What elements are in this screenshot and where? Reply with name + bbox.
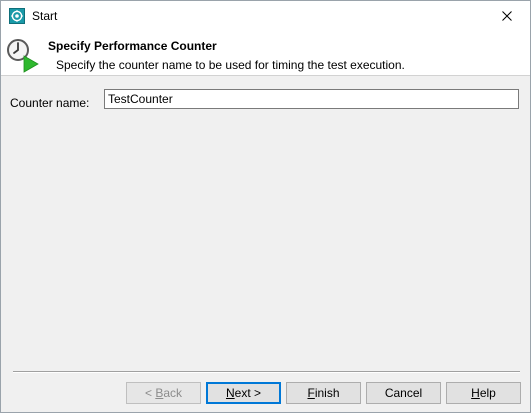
wizard-window: Start Specify Performance Counter Specif… (0, 0, 531, 413)
help-button-rest: elp (479, 386, 496, 400)
close-button[interactable] (484, 1, 530, 31)
cancel-button-label: Cancel (384, 386, 423, 400)
next-button[interactable]: Next > (206, 382, 281, 404)
page-description: Specify the counter name to be used for … (56, 58, 405, 72)
window-title: Start (32, 9, 58, 23)
next-button-mnemonic: N (225, 386, 235, 400)
wizard-header: Specify Performance Counter Specify the … (1, 31, 530, 76)
title-bar[interactable]: Start (1, 1, 530, 31)
back-button[interactable]: < Back (126, 382, 201, 404)
counter-name-label: Counter name: (10, 96, 90, 110)
cancel-button[interactable]: Cancel (366, 382, 441, 404)
page-title: Specify Performance Counter (48, 39, 217, 53)
button-separator (13, 371, 520, 373)
back-button-prefix: < (144, 386, 156, 400)
finish-button-rest: inish (314, 386, 340, 400)
app-gear-icon (9, 8, 25, 24)
counter-name-input[interactable] (104, 89, 519, 109)
help-button-mnemonic: H (471, 386, 480, 400)
close-icon (502, 11, 512, 21)
back-button-rest: ack (163, 386, 183, 400)
finish-button-mnemonic: F (307, 386, 315, 400)
help-button[interactable]: Help (446, 382, 521, 404)
clock-play-icon (4, 36, 40, 74)
next-button-rest: ext > (234, 386, 262, 400)
finish-button[interactable]: Finish (286, 382, 361, 404)
